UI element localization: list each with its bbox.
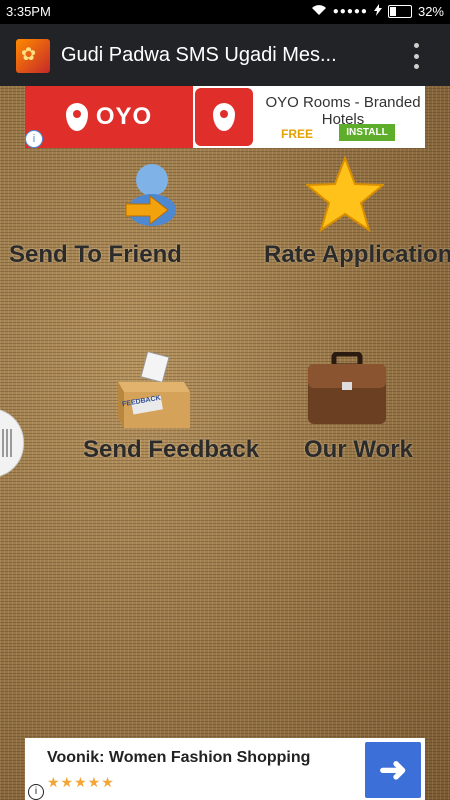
arrow-right-icon[interactable]: ➜ — [365, 742, 421, 798]
app-logo-icon: ✿ — [16, 39, 50, 73]
feedback-box-icon[interactable] — [114, 350, 192, 430]
status-time: 3:35PM — [6, 4, 51, 19]
location-pin-icon — [213, 103, 235, 131]
location-pin-icon — [65, 103, 88, 131]
oyo-brand-text: OYO — [95, 103, 153, 130]
oyo-logo: OYO — [25, 86, 193, 148]
wifi-icon — [311, 4, 327, 19]
our-work-label[interactable]: Our Work — [304, 436, 413, 464]
ad-info-icon[interactable]: i — [28, 784, 44, 800]
bottom-ad-title: Voonik: Women Fashion Shopping — [47, 749, 311, 766]
send-to-friend-icon[interactable] — [120, 158, 182, 230]
bottom-banner-ad[interactable]: Voonik: Women Fashion Shopping ★★★★★ ➜ — [25, 738, 425, 800]
app-title: Gudi Padwa SMS Ugadi Mes... — [61, 44, 337, 66]
top-banner-ad[interactable]: OYO OYO Rooms - Branded Hotels FREE INST… — [25, 86, 425, 148]
status-bar: 3:35PM ●●●●● 32% — [0, 0, 450, 24]
rating-stars: ★★★★★ — [47, 774, 115, 790]
overflow-menu-icon[interactable] — [414, 43, 420, 69]
ad-info-icon[interactable]: i — [25, 130, 43, 148]
briefcase-icon[interactable] — [306, 351, 388, 426]
battery-level: 32% — [417, 4, 444, 19]
charging-icon — [373, 4, 382, 19]
ad-title: OYO Rooms - Branded Hotels — [265, 94, 421, 128]
ad-free-label: FREE — [281, 127, 314, 141]
battery-icon — [387, 5, 412, 18]
signal-icon: ●●●●● — [332, 6, 368, 17]
rate-application-label[interactable]: Rate Application — [264, 241, 450, 269]
install-button[interactable]: INSTALL — [339, 124, 395, 141]
send-to-friend-label[interactable]: Send To Friend — [9, 241, 182, 269]
status-icons: ●●●●● 32% — [311, 4, 444, 19]
oyo-app-icon — [195, 88, 253, 146]
send-feedback-label[interactable]: Send Feedback — [83, 436, 259, 464]
star-icon[interactable] — [304, 155, 386, 233]
app-bar: ✿ Gudi Padwa SMS Ugadi Mes... — [0, 24, 450, 86]
